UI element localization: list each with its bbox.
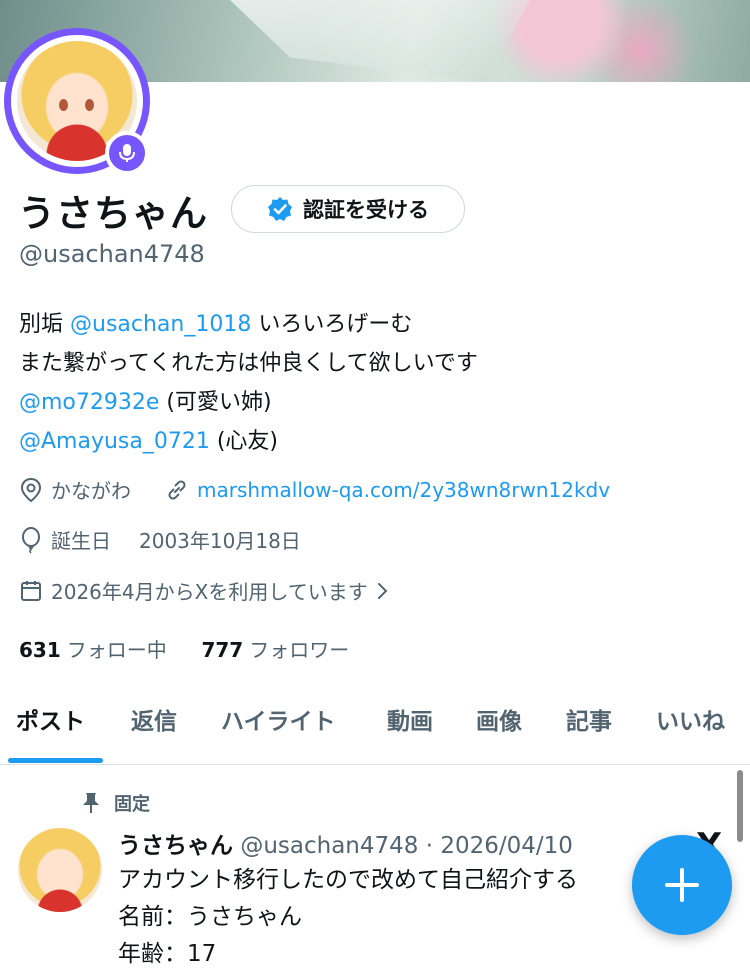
joined-text: 2026年4月からXを利用しています: [51, 580, 368, 604]
bio-mention-link[interactable]: @usachan_1018: [70, 312, 251, 337]
profile-meta-row: かながわ marshmallow-qa.com/2y38wn8rwn12kdv: [19, 475, 610, 504]
compose-post-button[interactable]: [632, 835, 732, 935]
following-label: フォロー中: [66, 638, 167, 662]
joined-row[interactable]: 2026年4月からXを利用しています: [19, 576, 390, 605]
following-count: 631: [19, 638, 61, 662]
balloon-icon: [22, 526, 40, 554]
website-link[interactable]: marshmallow-qa.com/2y38wn8rwn12kdv: [197, 478, 610, 502]
bio-text: また繋がってくれた方は仲良くして欲しいです: [19, 351, 478, 376]
tab-likes[interactable]: いいね: [656, 702, 725, 736]
bio-mention-link[interactable]: @mo72932e: [19, 390, 159, 415]
tab-replies[interactable]: 返信: [131, 702, 177, 736]
tab-videos[interactable]: 動画: [387, 702, 433, 736]
tab-images[interactable]: 画像: [476, 702, 522, 736]
post-author-name[interactable]: うさちゃん: [118, 833, 233, 859]
location-text: かながわ: [51, 479, 131, 503]
scrollbar[interactable]: [737, 770, 743, 842]
chevron-right-icon: [377, 582, 388, 599]
post-text-line: 年齢：17: [118, 941, 217, 967]
profile-handle: @usachan4748: [19, 240, 205, 268]
tab-posts[interactable]: ポスト: [16, 702, 85, 736]
birthday-label: 誕生日: [51, 529, 111, 553]
profile-bio: 別垢 @usachan_1018 いろいろげーむ また繋がってくれた方は仲良くし…: [19, 312, 478, 454]
bio-text: いろいろげーむ: [251, 312, 413, 337]
following-link[interactable]: 631 フォロー中: [19, 638, 167, 662]
tab-highlights[interactable]: ハイライト: [221, 702, 336, 736]
plus-icon: [665, 868, 699, 902]
followers-link[interactable]: 777 フォロワー: [201, 638, 349, 662]
bio-text: (心友): [209, 429, 279, 454]
active-tab-indicator: [8, 758, 103, 763]
calendar-icon: [21, 580, 41, 601]
get-verified-label: 認証を受ける: [303, 198, 429, 222]
post-header: うさちゃん @usachan4748 · 2026/04/10: [118, 826, 573, 860]
pinned-indicator: 固定: [80, 790, 150, 816]
pinned-label: 固定: [114, 794, 150, 815]
followers-label: フォロワー: [249, 638, 350, 662]
link-icon: [168, 479, 186, 500]
verified-check-icon: [268, 197, 292, 221]
bio-mention-link[interactable]: @Amayusa_0721: [19, 429, 210, 454]
post-text-line: アカウント移行したので改めて自己紹介する: [118, 867, 578, 893]
follow-counts: 631 フォロー中 777 フォロワー: [19, 634, 349, 663]
microphone-icon: [119, 144, 135, 162]
location-pin-icon: [20, 477, 42, 502]
followers-count: 777: [201, 638, 244, 662]
post-handle-date: @usachan4748 · 2026/04/10: [240, 833, 573, 859]
bio-text: (可愛い姉): [159, 390, 272, 415]
profile-tabs: ポスト 返信 ハイライト 動画 画像 記事 いいね: [0, 692, 750, 765]
post-avatar[interactable]: [18, 828, 102, 912]
profile-name: うさちゃん: [18, 192, 208, 235]
birthday-text: 2003年10月18日: [139, 529, 301, 553]
pin-icon: [83, 793, 99, 813]
post-text-line: 名前：うさちゃん: [118, 904, 302, 930]
spaces-badge[interactable]: [105, 131, 149, 175]
profile-meta-row: 誕生日 2003年10月18日: [19, 525, 301, 554]
get-verified-button[interactable]: 認証を受ける: [231, 185, 465, 233]
tab-articles[interactable]: 記事: [566, 702, 612, 736]
post-body[interactable]: アカウント移行したので改めて自己紹介する 名前：うさちゃん 年齢：17: [118, 862, 578, 973]
